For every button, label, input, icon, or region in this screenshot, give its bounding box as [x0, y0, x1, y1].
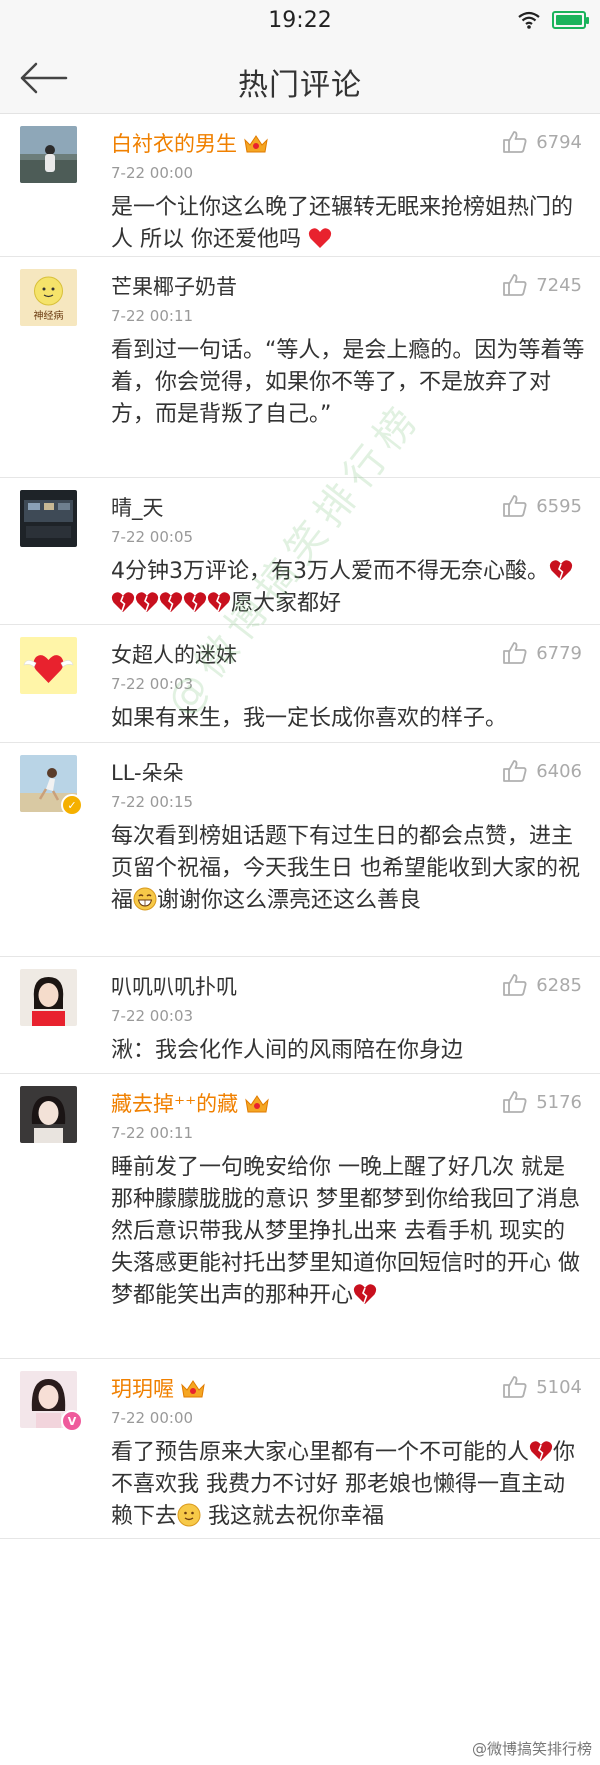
battery-icon: [552, 11, 589, 29]
watermark-corner: @微博搞笑排行榜: [471, 1740, 592, 1758]
like-count: 6595: [536, 495, 582, 517]
comment-time: 7-22 00:00: [111, 1409, 194, 1427]
thumbs-up-icon: [503, 760, 527, 782]
vip-crown-icon: [181, 1380, 205, 1398]
like-count: 7245: [536, 274, 582, 296]
broken-heart-emoji-icon: [353, 1284, 377, 1304]
comment-text: 看了预告原来大家心里都有一个不可能的人 你不喜欢我 我费力不讨好 那老娘也懒得一直…: [111, 1440, 576, 1529]
page-title: 热门评论: [238, 68, 362, 103]
vip-crown-icon: [244, 135, 268, 153]
svg-text:神经病: 神经病: [34, 309, 64, 322]
comment-time: 7-22 00:11: [111, 307, 194, 325]
username[interactable]: 玥玥喔: [111, 1373, 206, 1403]
comment-item[interactable]: 白衬衣的男生 7-22 00:00 6794 是一个让你这么晚了还辗转无眠来抢榜…: [0, 114, 600, 257]
broken-heart-emoji-icon: [135, 592, 159, 612]
thumbs-up-icon: [503, 1376, 527, 1398]
comment-time: 7-22 00:03: [111, 675, 194, 693]
comment-text: 如果有来生，我一定长成你喜欢的样子。: [111, 706, 508, 731]
broken-heart-emoji-icon: [549, 560, 573, 580]
like-count: 6779: [536, 642, 582, 664]
username[interactable]: 叭叽叭叽扑叽: [111, 971, 237, 1001]
comment-item[interactable]: 神经病 芒果椰子奶昔 7-22 00:11 7245 看到过一句话。“等人，是会…: [0, 257, 600, 478]
thumbs-up-icon: [503, 1091, 527, 1113]
comment-time: 7-22 00:03: [111, 1007, 194, 1025]
like-button[interactable]: 6406: [502, 759, 582, 783]
like-button[interactable]: 7245: [502, 273, 582, 297]
smile-emoji-icon: [177, 1503, 201, 1527]
verified-badge-icon: ✓: [61, 794, 83, 816]
avatar[interactable]: [20, 637, 77, 694]
comment-item[interactable]: 叭叽叭叽扑叽 7-22 00:03 6285 湫：我会化作人间的风雨陪在你身边: [0, 957, 600, 1074]
status-time: 19:22: [268, 8, 332, 33]
like-button[interactable]: 6285: [502, 973, 582, 997]
username[interactable]: 藏去掉⁺⁺的藏: [111, 1088, 270, 1118]
comment-time: 7-22 00:15: [111, 793, 194, 811]
comment-time: 7-22 00:00: [111, 164, 194, 182]
username[interactable]: LL-朵朵: [111, 757, 184, 787]
comment-time: 7-22 00:11: [111, 1124, 194, 1142]
vip-crown-icon: [245, 1095, 269, 1113]
broken-heart-emoji-icon: [159, 592, 183, 612]
thumbs-up-icon: [503, 974, 527, 996]
thumbs-up-icon: [503, 642, 527, 664]
red-heart-emoji-icon: [308, 228, 332, 248]
comment-item[interactable]: ✓ LL-朵朵 7-22 00:15 6406 每次看到榜姐话题下有过生日的都会…: [0, 743, 600, 957]
broken-heart-emoji-icon: [111, 592, 135, 612]
like-count: 6406: [536, 760, 582, 782]
thumbs-up-icon: [503, 495, 527, 517]
like-count: 6794: [536, 131, 582, 153]
comment-item[interactable]: V 玥玥喔 7-22 00:00 5104 看了预告原来大家心里都有一个不可能的…: [0, 1359, 600, 1539]
username[interactable]: 女超人的迷妹: [111, 639, 237, 669]
comment-text: 每次看到榜姐话题下有过生日的都会点赞，进主页留个祝福，今天我生日 也希望能收到大…: [111, 824, 580, 913]
comment-text: 睡前发了一句晚安给你 一晚上醒了好几次 就是那种朦朦胧胧的意识 梦里都梦到你给我…: [111, 1155, 580, 1308]
broken-heart-emoji-icon: [529, 1441, 553, 1461]
wifi-icon: [518, 11, 540, 29]
like-button[interactable]: 6794: [502, 130, 582, 154]
like-count: 5176: [536, 1091, 582, 1113]
broken-heart-emoji-icon: [207, 592, 231, 612]
status-bar: 19:22: [0, 0, 600, 42]
comment-text: 4分钟3万评论，有3万人爱而不得无奈心酸。愿大家都好: [111, 556, 586, 620]
vip-badge-icon: V: [61, 1410, 83, 1432]
comment-item[interactable]: 藏去掉⁺⁺的藏 7-22 00:11 5176 睡前发了一句晚安给你 一晚上醒了…: [0, 1074, 600, 1359]
like-button[interactable]: 6779: [502, 641, 582, 665]
avatar[interactable]: [20, 969, 77, 1026]
comment-text: 是一个让你这么晚了还辗转无眠来抢榜姐热门的人 所以 你还爱他吗: [111, 195, 574, 252]
thumbs-up-icon: [503, 131, 527, 153]
comment-item[interactable]: 晴_天 7-22 00:05 6595 4分钟3万评论，有3万人爱而不得无奈心酸…: [0, 478, 600, 625]
like-button[interactable]: 6595: [502, 494, 582, 518]
like-button[interactable]: 5104: [502, 1375, 582, 1399]
comment-text: 湫：我会化作人间的风雨陪在你身边: [111, 1038, 464, 1063]
broken-heart-emoji-icon: [183, 592, 207, 612]
nav-bar: 热门评论: [0, 42, 600, 114]
comment-item[interactable]: 女超人的迷妹 7-22 00:03 6779 如果有来生，我一定长成你喜欢的样子…: [0, 625, 600, 743]
avatar[interactable]: [20, 1086, 77, 1143]
like-count: 6285: [536, 974, 582, 996]
avatar[interactable]: [20, 126, 77, 183]
comment-time: 7-22 00:05: [111, 528, 194, 546]
username[interactable]: 芒果椰子奶昔: [111, 271, 237, 301]
avatar[interactable]: [20, 490, 77, 547]
comment-text: 看到过一句话。“等人，是会上瘾的。因为等着等着，你会觉得，如果你不等了，不是放弃…: [111, 338, 585, 427]
status-icons: [518, 11, 589, 29]
avatar[interactable]: 神经病: [20, 269, 77, 326]
grin-emoji-icon: [133, 887, 157, 911]
username[interactable]: 晴_天: [111, 492, 164, 522]
like-count: 5104: [536, 1376, 582, 1398]
thumbs-up-icon: [503, 274, 527, 296]
username[interactable]: 白衬衣的男生: [111, 128, 269, 158]
like-button[interactable]: 5176: [502, 1090, 582, 1114]
